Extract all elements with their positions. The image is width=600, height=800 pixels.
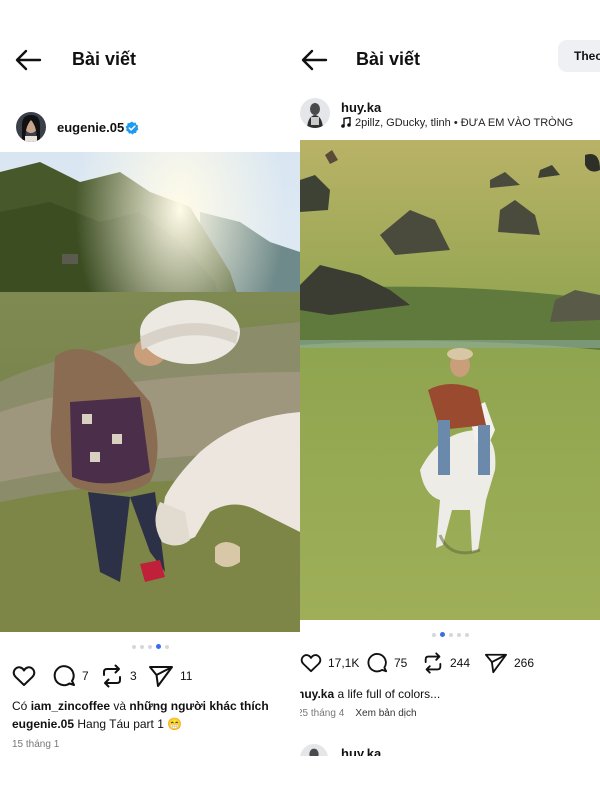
send-icon <box>149 666 173 687</box>
carousel-dot <box>464 633 469 637</box>
post-caption: eugenie.05 Hang Táu part 1 😁 <box>12 717 182 731</box>
header: Bài viết Theo dõi <box>300 40 600 80</box>
like-button[interactable] <box>12 662 36 690</box>
caption-text: Hang Táu part 1 😁 <box>77 717 183 731</box>
post-date: 15 tháng 1 <box>12 739 60 750</box>
heart-icon <box>300 654 322 673</box>
share-count: 11 <box>180 669 193 683</box>
repost-icon <box>424 652 442 674</box>
post-actions: 7 3 11 <box>12 662 300 690</box>
carousel-dot <box>431 633 436 637</box>
share-button[interactable]: 11 <box>148 662 192 690</box>
avatar[interactable] <box>300 98 330 128</box>
avatar[interactable] <box>16 112 46 142</box>
repost-count: 3 <box>130 669 137 683</box>
comment-button[interactable]: 7 <box>52 662 89 690</box>
likes-others-link[interactable]: những người khác thích <box>129 699 268 713</box>
carousel-indicator <box>0 644 300 650</box>
caption-username[interactable]: huy.ka <box>300 687 334 701</box>
comment-count: 7 <box>82 669 89 683</box>
author-username[interactable]: eugenie.05 <box>57 120 124 135</box>
post-author: eugenie.05 <box>0 112 300 152</box>
back-arrow-icon[interactable] <box>300 48 328 72</box>
post-photo[interactable] <box>0 152 300 632</box>
comment-icon <box>367 653 388 673</box>
back-arrow-icon[interactable] <box>14 48 42 72</box>
share-count: 266 <box>514 656 535 670</box>
post-photo[interactable] <box>300 140 600 620</box>
page-title: Bài viết <box>356 49 421 69</box>
carousel-dot <box>147 645 152 649</box>
page-title: Bài viết <box>72 49 137 69</box>
carousel-dot <box>456 633 461 637</box>
comment-icon <box>53 665 75 687</box>
post-actions: 17,1K 75 244 266 <box>300 649 600 677</box>
music-track: 2pillz, GDucky, tlinh • ĐƯA EM VÀO TRÒNG <box>355 117 574 129</box>
follow-button[interactable]: Theo dõi <box>558 40 600 72</box>
music-note-icon <box>341 116 351 128</box>
translate-link[interactable]: Xem bản dịch <box>355 708 416 719</box>
repost-icon <box>103 664 121 688</box>
author-username[interactable]: huy.ka <box>341 100 381 115</box>
music-line[interactable]: 2pillz, GDucky, tlinh • ĐƯA EM VÀO TRÒNG <box>341 116 574 129</box>
carousel-dot-active <box>155 644 161 649</box>
like-count: 17,1K <box>328 656 360 670</box>
carousel-dot <box>131 645 136 649</box>
likes-middle: và <box>113 699 127 713</box>
repost-button[interactable]: 3 <box>100 662 137 690</box>
post-caption: huy.ka a life full of colors... <box>300 687 440 701</box>
heart-icon <box>12 666 36 686</box>
like-button[interactable]: 17,1K <box>300 649 359 677</box>
repost-count: 244 <box>450 656 471 670</box>
post-author: huy.ka 2pillz, GDucky, tlinh • ĐƯA EM VÀ… <box>300 98 600 138</box>
liker-username[interactable]: iam_zincoffee <box>31 699 110 713</box>
content-cutoff <box>300 756 600 800</box>
carousel-dot-active <box>439 632 445 637</box>
share-button[interactable]: 266 <box>484 649 534 677</box>
header: Bài viết <box>0 40 300 80</box>
verified-badge-icon <box>125 121 139 135</box>
carousel-indicator <box>300 632 600 638</box>
likes-summary: Có iam_zincoffee và những người khác thí… <box>12 699 269 713</box>
carousel-dot <box>448 633 453 637</box>
comment-count: 75 <box>394 656 408 670</box>
carousel-dot <box>139 645 144 649</box>
likes-prefix: Có <box>12 699 28 713</box>
caption-username[interactable]: eugenie.05 <box>12 717 74 731</box>
caption-text: a life full of colors... <box>337 687 441 701</box>
post-pane-right: Bài viết Theo dõi huy.ka 2pillz, GDucky,… <box>300 0 600 800</box>
repost-button[interactable]: 244 <box>422 649 470 677</box>
comment-button[interactable]: 75 <box>366 649 407 677</box>
carousel-dot <box>164 645 169 649</box>
send-icon <box>484 653 507 674</box>
post-meta: 25 tháng 4 Xem bản dịch <box>300 708 417 719</box>
post-date: 25 tháng 4 <box>300 708 345 719</box>
post-pane-left: Bài viết eugenie.05 7 3 11 Có iam_zincof… <box>0 0 300 800</box>
